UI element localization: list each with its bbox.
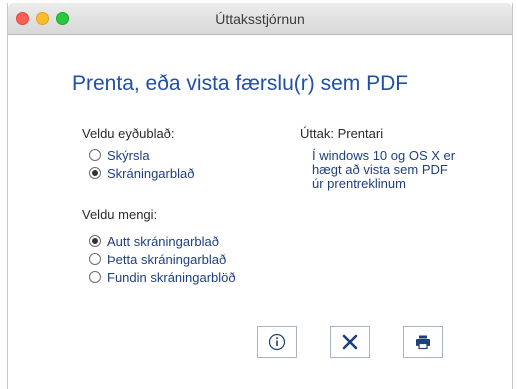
close-icon xyxy=(342,334,358,350)
radio-set-found-sheets[interactable]: Fundin skráningarblöð xyxy=(89,269,236,285)
close-button[interactable] xyxy=(330,326,370,358)
output-description: Í windows 10 og OS X er hægt að vista se… xyxy=(312,148,456,191)
radio-label: Fundin skráningarblöð xyxy=(107,269,236,285)
radio-label: Autt skráningarblað xyxy=(107,233,220,249)
radio-label: Þetta skráningarblað xyxy=(107,251,227,267)
radio-set-blank-sheet[interactable]: Autt skráningarblað xyxy=(89,233,219,249)
set-section-label: Veldu mengi: xyxy=(82,207,158,222)
info-button[interactable] xyxy=(257,326,297,358)
radio-circle xyxy=(89,167,101,179)
output-section-label: Úttak: Prentari xyxy=(300,126,384,141)
radio-label: Skráningarblað xyxy=(107,165,195,181)
title-bar: Úttaksstjórnun xyxy=(8,3,512,35)
page-heading: Prenta, eða vista færslu(r) sem PDF xyxy=(72,72,409,95)
radio-set-this-sheet[interactable]: Þetta skráningarblað xyxy=(89,251,226,267)
radio-circle xyxy=(89,253,101,265)
radio-label: Skýrsla xyxy=(107,147,150,163)
radio-form-report[interactable]: Skýrsla xyxy=(89,147,150,163)
info-icon xyxy=(268,333,286,351)
radio-circle xyxy=(89,235,101,247)
radio-circle xyxy=(89,149,101,161)
form-section-label: Veldu eyðublað: xyxy=(82,126,175,141)
window-title: Úttaksstjórnun xyxy=(215,11,305,27)
print-button[interactable] xyxy=(403,326,443,358)
radio-form-registration-sheet[interactable]: Skráningarblað xyxy=(89,165,194,181)
radio-circle xyxy=(89,271,101,283)
printer-icon xyxy=(416,335,430,350)
